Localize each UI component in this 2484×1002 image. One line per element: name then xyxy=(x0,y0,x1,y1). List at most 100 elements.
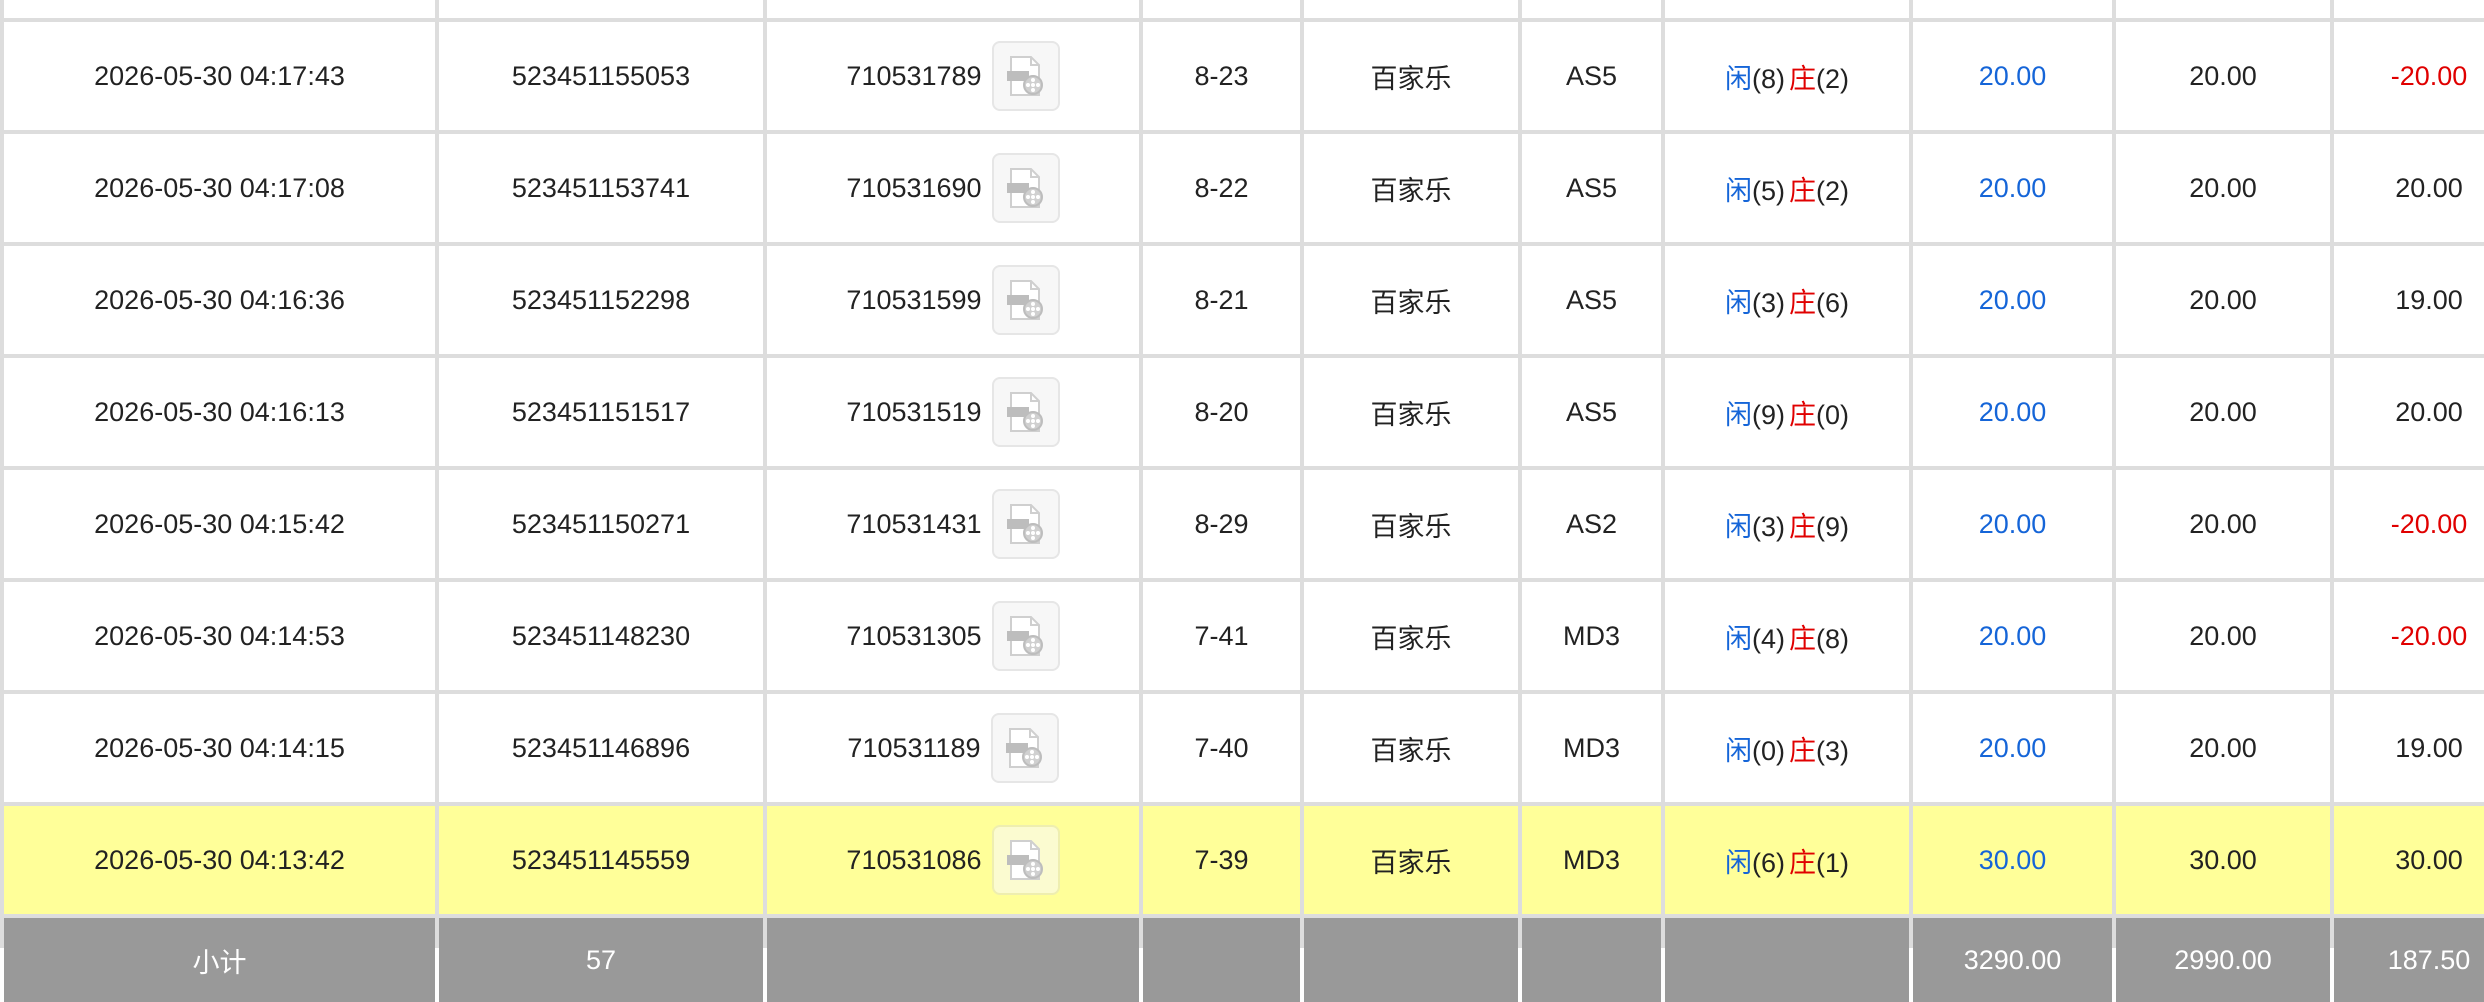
game-id: 710531086 xyxy=(846,844,982,875)
banker-points: (0) xyxy=(1816,399,1849,430)
film-reel-document-icon[interactable] xyxy=(990,713,1059,783)
bet-time-cell: 2026-05-30 04:14:53 xyxy=(4,582,435,690)
bet-amount[interactable]: 20.00 xyxy=(1979,173,2047,204)
game-id-cell: 710531599 xyxy=(767,246,1139,354)
table-cell-stub xyxy=(439,0,763,18)
bet-amount[interactable]: 20.00 xyxy=(1979,621,2047,652)
bet-time: 2026-05-30 04:17:08 xyxy=(94,172,345,203)
game-type-cell: 百家乐 xyxy=(1304,22,1518,130)
replay-icon-graphic xyxy=(1006,616,1043,656)
win-loss-cell: -20.00 xyxy=(2334,22,2484,130)
game-id: 710531789 xyxy=(846,60,982,91)
player-points: (6) xyxy=(1752,847,1785,878)
film-reel-document-icon[interactable] xyxy=(991,41,1060,111)
shoe-round-cell: 8-23 xyxy=(1143,22,1300,130)
valid-bet-amount: 20.00 xyxy=(2189,172,2257,203)
shoe-round-cell: 7-40 xyxy=(1143,694,1300,802)
win-loss-cell: -20.00 xyxy=(2334,470,2484,578)
player-points: (9) xyxy=(1752,399,1785,430)
valid-bet-amount: 20.00 xyxy=(2189,284,2257,315)
subtotal-label-cell: 小计 xyxy=(4,918,435,1002)
table-code-cell: AS2 xyxy=(1522,470,1661,578)
film-reel-document-icon[interactable] xyxy=(991,825,1060,895)
bet-history-table: 2026-05-30 04:17:43 523451155053 7105317… xyxy=(0,0,2484,1002)
bet-time-cell: 2026-05-30 04:14:15 xyxy=(4,694,435,802)
result-cell: 闲(0) 庄(3) xyxy=(1665,694,1909,802)
valid-bet-amount: 20.00 xyxy=(2189,60,2257,91)
banker-label: 庄 xyxy=(1789,735,1816,766)
result-text: 闲(8) 庄(2) xyxy=(1725,57,1849,96)
replay-icon-graphic xyxy=(1006,504,1043,544)
game-type-cell: 百家乐 xyxy=(1304,806,1518,914)
result-cell: 闲(3) 庄(6) xyxy=(1665,246,1909,354)
table-code: MD3 xyxy=(1562,732,1620,763)
valid-bet-amount: 30.00 xyxy=(2189,844,2257,875)
bet-amount[interactable]: 30.00 xyxy=(1979,845,2047,876)
valid-bet-amount: 20.00 xyxy=(2189,732,2257,763)
game-type: 百家乐 xyxy=(1370,735,1452,766)
banker-label: 庄 xyxy=(1789,175,1816,206)
bet-time: 2026-05-30 04:16:36 xyxy=(94,284,345,315)
result-text: 闲(6) 庄(1) xyxy=(1725,841,1849,880)
bet-amount[interactable]: 20.00 xyxy=(1979,397,2047,428)
bet-amount-cell: 20.00 xyxy=(1913,470,2112,578)
bet-time-cell: 2026-05-30 04:16:36 xyxy=(4,246,435,354)
shoe-round-cell: 8-29 xyxy=(1143,470,1300,578)
player-points: (4) xyxy=(1752,623,1785,654)
player-label: 闲 xyxy=(1725,287,1752,318)
replay-icon-graphic xyxy=(1006,840,1043,880)
bet-amount[interactable]: 20.00 xyxy=(1979,509,2047,540)
table-cell-stub xyxy=(1143,0,1300,18)
game-type: 百家乐 xyxy=(1370,63,1452,94)
player-points: (0) xyxy=(1752,735,1785,766)
valid-bet-cell: 20.00 xyxy=(2116,582,2330,690)
valid-bet-cell: 20.00 xyxy=(2116,358,2330,466)
bet-amount-cell: 30.00 xyxy=(1913,806,2112,914)
bet-amount[interactable]: 20.00 xyxy=(1979,733,2047,764)
bet-amount-cell: 20.00 xyxy=(1913,134,2112,242)
bet-time: 2026-05-30 04:17:43 xyxy=(94,60,345,91)
table-code: MD3 xyxy=(1562,620,1620,651)
film-reel-document-icon[interactable] xyxy=(991,153,1060,223)
banker-points: (2) xyxy=(1816,175,1849,206)
bet-amount[interactable]: 20.00 xyxy=(1979,285,2047,316)
order-number: 523451155053 xyxy=(511,60,691,91)
result-text: 闲(5) 庄(2) xyxy=(1725,169,1849,208)
win-loss-cell: -20.00 xyxy=(2334,582,2484,690)
game-type: 百家乐 xyxy=(1370,847,1452,878)
bet-time-cell: 2026-05-30 04:17:43 xyxy=(4,22,435,130)
table-code-cell: MD3 xyxy=(1522,806,1661,914)
table-code: AS5 xyxy=(1565,284,1618,315)
film-reel-document-icon[interactable] xyxy=(991,601,1060,671)
shoe-round: 8-22 xyxy=(1194,172,1249,203)
film-reel-document-icon[interactable] xyxy=(991,377,1060,447)
banker-points: (2) xyxy=(1816,63,1849,94)
shoe-round: 7-41 xyxy=(1194,620,1249,651)
subtotal-count: 57 xyxy=(585,944,617,975)
table-cell-stub xyxy=(1913,0,2112,18)
order-number-cell: 523451153741 xyxy=(439,134,763,242)
table-code: MD3 xyxy=(1562,844,1620,875)
table-cell-stub xyxy=(1665,0,1909,18)
order-number-cell: 523451155053 xyxy=(439,22,763,130)
bet-time-cell: 2026-05-30 04:17:08 xyxy=(4,134,435,242)
shoe-round-cell: 7-39 xyxy=(1143,806,1300,914)
empty-cell xyxy=(767,918,1139,1002)
film-reel-document-icon[interactable] xyxy=(991,265,1060,335)
player-label: 闲 xyxy=(1725,63,1752,94)
bet-amount-cell: 20.00 xyxy=(1913,246,2112,354)
valid-bet-amount: 20.00 xyxy=(2189,620,2257,651)
replay-icon-graphic xyxy=(1006,280,1043,320)
banker-label: 庄 xyxy=(1789,847,1816,878)
bet-time: 2026-05-30 04:16:13 xyxy=(94,396,345,427)
order-number: 523451150271 xyxy=(511,508,691,539)
win-loss-amount: 19.00 xyxy=(2395,284,2463,315)
table-code-cell: MD3 xyxy=(1522,694,1661,802)
bet-amount[interactable]: 20.00 xyxy=(1979,61,2047,92)
valid-bet-cell: 20.00 xyxy=(2116,246,2330,354)
valid-bet-cell: 20.00 xyxy=(2116,694,2330,802)
order-number: 523451151517 xyxy=(511,396,691,427)
order-number: 523451146896 xyxy=(511,732,691,763)
film-reel-document-icon[interactable] xyxy=(991,489,1060,559)
valid-bet-cell: 20.00 xyxy=(2116,470,2330,578)
